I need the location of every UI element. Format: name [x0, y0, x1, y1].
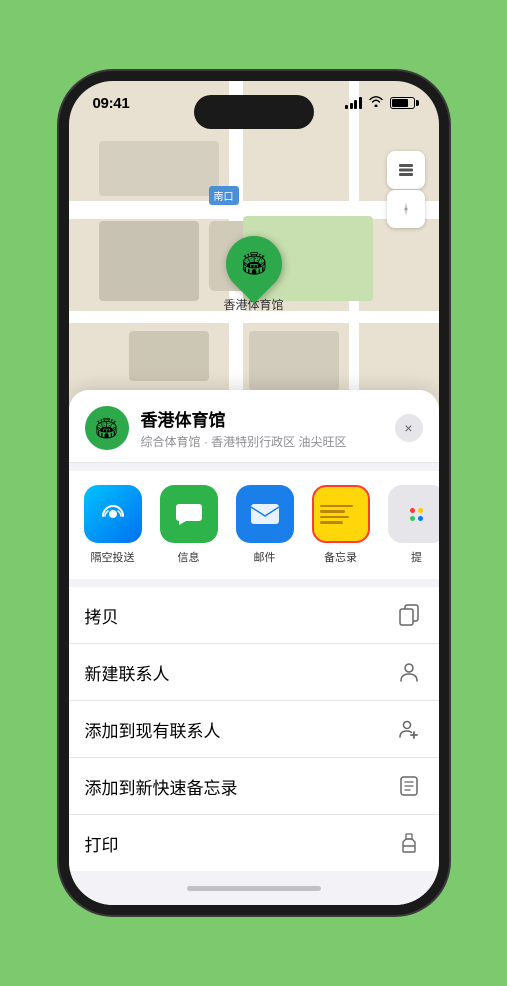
more-dots-icon [406, 504, 427, 525]
notes-lines [314, 487, 368, 541]
airdrop-label: 隔空投送 [91, 549, 135, 565]
action-item-add-notes[interactable]: 添加到新快速备忘录 [69, 758, 439, 815]
status-time: 09:41 [93, 95, 130, 112]
share-row: 隔空投送 信息 邮件 [69, 471, 439, 579]
action-add-notes-label: 添加到新快速备忘录 [85, 774, 238, 799]
person-plus-icon [395, 715, 423, 743]
venue-info: 香港体育馆 综合体育馆 · 香港特别行政区 油尖旺区 [141, 406, 383, 450]
airdrop-icon [84, 485, 142, 543]
message-label: 信息 [178, 549, 200, 565]
action-item-copy[interactable]: 拷贝 [69, 587, 439, 644]
close-button[interactable]: × [395, 414, 423, 442]
compass-button[interactable] [387, 190, 425, 228]
action-item-new-contact[interactable]: 新建联系人 [69, 644, 439, 701]
battery-icon [390, 97, 415, 109]
share-item-notes[interactable]: 备忘录 [305, 485, 377, 565]
venue-icon: 🏟 [85, 406, 129, 450]
more-icon [388, 485, 439, 543]
action-new-contact-label: 新建联系人 [85, 660, 170, 685]
action-item-print[interactable]: 打印 [69, 815, 439, 871]
map-controls [387, 151, 425, 228]
action-copy-label: 拷贝 [85, 603, 119, 628]
share-item-message[interactable]: 信息 [153, 485, 225, 565]
notes-icon [312, 485, 370, 543]
action-add-existing-label: 添加到现有联系人 [85, 717, 221, 742]
status-icons [345, 95, 415, 110]
action-print-label: 打印 [85, 831, 119, 856]
action-item-add-existing[interactable]: 添加到现有联系人 [69, 701, 439, 758]
action-list: 拷贝 新建联系人 [69, 587, 439, 871]
note-icon [395, 772, 423, 800]
share-item-more[interactable]: 提 [381, 485, 439, 565]
map-layers-button[interactable] [387, 151, 425, 189]
home-bar [187, 886, 321, 891]
venue-subtitle: 综合体育馆 · 香港特别行政区 油尖旺区 [141, 433, 383, 450]
phone-frame: 09:41 [59, 71, 449, 915]
notes-label: 备忘录 [324, 549, 357, 565]
bottom-sheet: 🏟 香港体育馆 综合体育馆 · 香港特别行政区 油尖旺区 × [69, 390, 439, 905]
copy-icon [395, 601, 423, 629]
map-label-nankou: 南口 [209, 186, 239, 205]
mail-icon [236, 485, 294, 543]
mail-label: 邮件 [254, 549, 276, 565]
location-pin: 🏟 香港体育馆 [223, 236, 283, 313]
message-icon [160, 485, 218, 543]
share-item-mail[interactable]: 邮件 [229, 485, 301, 565]
wifi-icon [368, 95, 384, 110]
person-icon [395, 658, 423, 686]
venue-header: 🏟 香港体育馆 综合体育馆 · 香港特别行政区 油尖旺区 × [69, 390, 439, 463]
more-label: 提 [411, 549, 422, 565]
pin-inner-icon: 🏟 [240, 251, 268, 277]
share-item-airdrop[interactable]: 隔空投送 [77, 485, 149, 565]
dynamic-island [194, 95, 314, 129]
venue-name: 香港体育馆 [141, 406, 383, 431]
home-indicator [69, 871, 439, 905]
signal-bars-icon [345, 97, 362, 109]
pin-circle: 🏟 [214, 224, 293, 303]
print-icon [395, 829, 423, 857]
